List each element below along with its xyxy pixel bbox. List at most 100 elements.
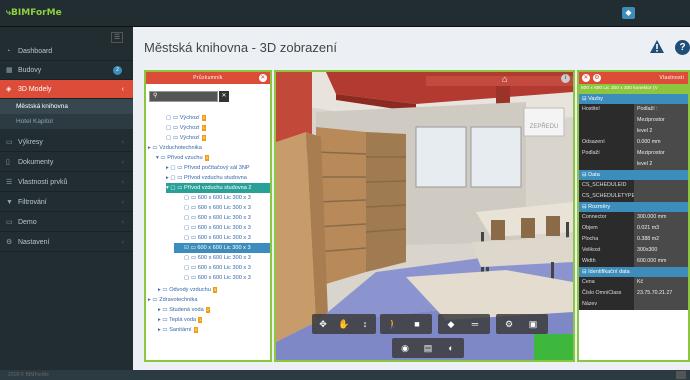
tree-item-label: 600 x 600 Lic 300 x 3 (197, 255, 251, 261)
section-rozmery[interactable]: ⊟ Rozměry (579, 202, 688, 212)
property-value: 600.000 mm (634, 256, 688, 267)
chevron-left-icon: ‹ (121, 199, 124, 206)
tree-item-label: 600 x 600 Lic 300 x 3 (197, 215, 251, 221)
sidebar-item-label: Dokumenty (17, 159, 54, 166)
tree-item-label: Přívod počítačový sál 3NP (184, 165, 250, 171)
tree-item[interactable]: ▢ ▭ Výchozí 3 (166, 133, 266, 143)
3d-viewer[interactable]: ZEPŘEDU ⌂ i ✥ ✋ ↕ 🚶 ■ ◆ ═ ⚙ ▣ ◉ ▤ ◐ (274, 70, 575, 362)
properties-title: Vlastnosti (659, 75, 684, 81)
orbit-icon[interactable]: ✥ (312, 314, 334, 334)
tree-folder[interactable]: ▸ ▭ Teplá voda 1 (158, 315, 268, 325)
chevron-left-icon: ‹ (121, 219, 124, 226)
tree-folder[interactable]: ▾ ▭ Přívod vzuchu 3 (156, 153, 270, 163)
chevron-left-icon: ‹ (121, 159, 124, 166)
tree-item[interactable]: ▢ ▭ 600 x 600 Lic 300 x 3 (184, 253, 270, 263)
pan-icon[interactable]: ✋ (333, 314, 355, 334)
sidebar-item-vlastnosti-prvku[interactable]: ☰ Vlastnosti prvků ‹ (0, 173, 133, 192)
tree-item-label: Zdravotechnika (159, 297, 198, 303)
tree-item[interactable]: ▢ ▭ 600 x 600 Lic 300 x 3 (184, 223, 270, 233)
user-menu-icon[interactable]: ◆ (622, 7, 635, 19)
settings-icon[interactable]: ⚙ (593, 74, 601, 82)
scroll-top-button[interactable] (676, 371, 686, 379)
property-row: Velikost 300x300 (579, 245, 688, 256)
property-value: Meziprostor (634, 115, 688, 126)
tree-folder[interactable]: ▸ ▭ Odvody vzduchu 3 (158, 285, 268, 295)
tree-item[interactable]: ▢ ▭ 600 x 600 Lic 300 x 3 (184, 273, 270, 283)
help-icon[interactable]: ? (675, 40, 690, 55)
tree-item-label: 600 x 600 Lic 300 x 3 (197, 275, 251, 281)
section-title: Identifikační data (588, 269, 630, 275)
tree-item[interactable]: ▢ ▭ 600 x 600 Lic 300 x 3 (184, 233, 270, 243)
sidebar-item-nastaveni[interactable]: ⚙ Nastavení ‹ (0, 233, 133, 252)
section-vazby[interactable]: ⊟ Vazby (579, 94, 688, 104)
tree-item[interactable]: ▢ ▭ 600 x 600 Lic 300 x 3 (184, 263, 270, 273)
sidebar-item-label: Výkresy (17, 139, 43, 146)
property-key: CS_SCHEDULETYPE (579, 191, 634, 202)
tree-item-label: Odvody vzduchu (169, 287, 211, 293)
viewer-toolbar-settings: ⚙ ▣ (496, 314, 548, 334)
sidebar-item-label: Budovy (17, 67, 42, 74)
sidebar-item-vykresy[interactable]: ▭ Výkresy ‹ (0, 133, 133, 152)
tree-item[interactable]: ▢ ▭ 600 x 600 Lic 300 x 3 (184, 203, 270, 213)
fullscreen-icon[interactable]: ▣ (522, 314, 544, 334)
tree-item[interactable]: ▢ ▭ Výchozí 1 (166, 123, 266, 133)
gear-icon[interactable]: ⚙ (498, 314, 520, 334)
measure-icon[interactable]: ═ (464, 314, 486, 334)
property-value: 23.75.70.21.27 (634, 288, 688, 299)
tree-folder[interactable]: ▸ ▭ Zdravotechnika (148, 295, 268, 305)
close-icon[interactable]: ✕ (259, 74, 267, 82)
eye-icon[interactable]: ◉ (394, 338, 416, 358)
hide-icon[interactable]: ◐ (440, 338, 462, 358)
tree-item[interactable]: ▢ ▭ Výchozí 2 (166, 113, 266, 123)
sidebar-item-dokumenty[interactable]: ▯ Dokumenty ‹ (0, 153, 133, 172)
warning-icon[interactable] (650, 40, 664, 53)
sidebar-item-label: Nastavení (17, 239, 50, 246)
section-identifikacni-data[interactable]: ⊟ Identifikační data (579, 267, 688, 277)
tree-item[interactable]: ▢ ▭ 600 x 600 Lic 300 x 3 (184, 213, 270, 223)
tree-item[interactable]: ▢ ▭ 600 x 600 Lic 300 x 3 (184, 193, 270, 203)
tree-item-label: Přívod vzduchu studovna (184, 175, 247, 181)
app-logo[interactable]: ⤷BIMForMe (6, 8, 62, 18)
home-icon[interactable]: ⌂ (502, 74, 507, 84)
tree-folder[interactable]: ▸ ▢ ▭ Přívod vzduchu studovna (166, 173, 270, 183)
gear-icon: ⚙ (6, 239, 13, 246)
section-icon[interactable]: ◆ (440, 314, 462, 334)
count-badge: 1 (201, 125, 206, 131)
logo-text: BIMForMe (11, 8, 62, 18)
count-badge: 2 (205, 307, 210, 313)
explorer-search: ⚲ ✕ (149, 91, 229, 102)
tree-folder[interactable]: ▸ ▭ Vzduchotechnika (148, 143, 268, 153)
tree-folder[interactable]: ▸ ▢ ▭ Přívod počítačový sál 3NP (166, 163, 270, 173)
cube-icon: ◈ (6, 86, 12, 93)
property-row: level 2 (579, 126, 688, 137)
property-row: Objem 0.021 m3 (579, 223, 688, 234)
zoom-icon[interactable]: ↕ (354, 314, 376, 334)
sidebar-subitem-hotel-kapitol[interactable]: Hotel Kapitol (0, 114, 133, 129)
property-key: Width (579, 256, 634, 267)
tree-item-label: Přívod vzuchu (167, 155, 203, 161)
property-row: Číslo OmniClass 23.75.70.21.27 (579, 288, 688, 299)
sidebar-item-3d-modely[interactable]: ◈ 3D Modely ‹ (0, 80, 133, 99)
viewer-toolbar-camera: 🚶 ■ (380, 314, 432, 334)
chevron-left-icon: ‹ (121, 139, 124, 146)
close-icon[interactable]: ✕ (582, 74, 590, 82)
tree-item-label: 600 x 600 Lic 300 x 3 (197, 245, 251, 251)
layers-icon[interactable]: ▤ (417, 338, 439, 358)
tree-folder[interactable]: ▸ ▭ Studená voda 2 (158, 305, 268, 315)
property-value: level 2 (634, 159, 688, 170)
tree-item-selected[interactable]: ☑ ▭ 600 x 600 Lic 300 x 3 (174, 243, 270, 253)
search-clear-button[interactable]: ✕ (219, 91, 229, 102)
search-input[interactable]: ⚲ (149, 91, 218, 102)
sidebar-item-demo[interactable]: ▭ Demo ‹ (0, 213, 133, 232)
section-data[interactable]: ⊟ Data (579, 170, 688, 180)
info-icon[interactable]: i (561, 74, 570, 83)
first-person-icon[interactable]: 🚶 (382, 314, 404, 334)
property-key: Podlaží (579, 148, 634, 159)
sidebar-item-dashboard[interactable]: ◔ Dashboard (0, 42, 133, 61)
sidebar-item-filtrovani[interactable]: ▼ Filtrování ‹ (0, 193, 133, 212)
sidebar-subitem-mestska-knihovna[interactable]: Městská knihovna (0, 99, 133, 114)
sidebar-item-budovy[interactable]: ▦ Budovy 2 (0, 61, 133, 80)
tree-folder-selected[interactable]: ▾ ▢ ▭ Přívod vzduchu studovna 2 (166, 183, 270, 193)
tree-folder[interactable]: ▸ ▭ Sanitární 3 (158, 325, 268, 335)
camera-icon[interactable]: ■ (406, 314, 428, 334)
